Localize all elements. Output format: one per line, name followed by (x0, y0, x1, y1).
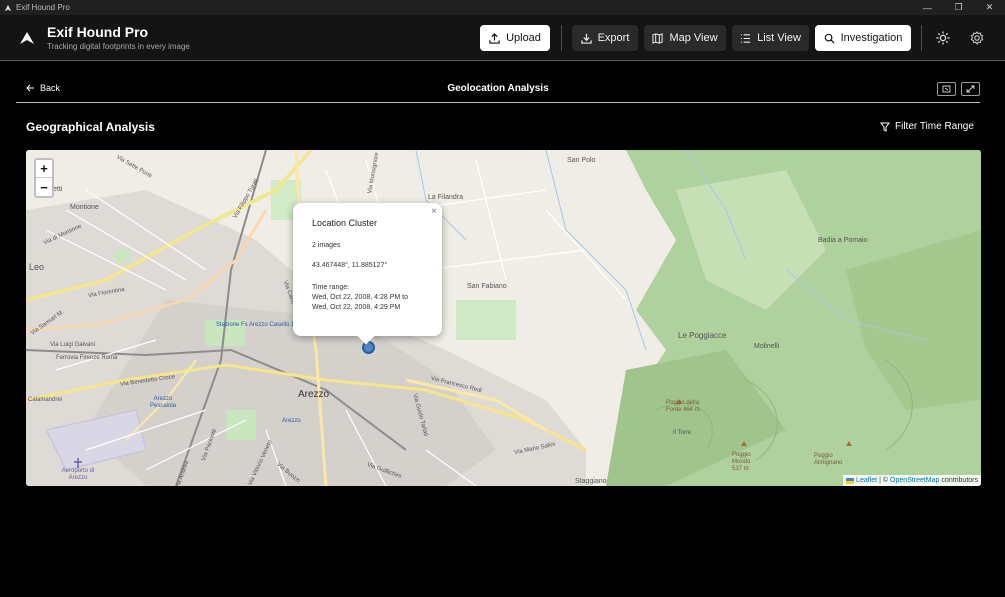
expand-panel-button[interactable] (961, 82, 980, 96)
filter-time-range-button[interactable]: Filter Time Range (880, 121, 974, 132)
close-window-icon[interactable]: ✕ (974, 0, 1005, 15)
popup-close-icon[interactable]: × (431, 206, 437, 217)
section-title: Geographical Analysis (26, 120, 155, 134)
window-titlebar: Exif Hound Pro — ❐ ✕ (0, 0, 1005, 15)
map-label-san-polo: San Polo (567, 157, 596, 164)
popup-coordinates: 43.467448°, 11.885127° (312, 262, 388, 269)
map-label-stazione: Stazione Fs Arezzo Casello 1 (216, 322, 294, 329)
map-label-arezzo: Arezzo (298, 389, 330, 400)
map-view-button[interactable]: Map View (644, 25, 726, 51)
theme-toggle[interactable] (935, 30, 951, 46)
map-label-via-luigi-galvani: Via Luigi Galvani (50, 342, 95, 348)
map-label-poggio-almignano: Poggio Almignano (814, 453, 843, 466)
leaflet-link[interactable]: Leaflet (856, 477, 877, 484)
map-icon (652, 32, 664, 44)
gear-icon (970, 31, 984, 45)
minimize-icon[interactable]: — (912, 0, 943, 15)
map-label-poggio-mondo: Poggio Mondo 537 m (732, 452, 751, 472)
map-view-label: Map View (669, 32, 718, 44)
popup-time-from: Wed, Oct 22, 2008, 4:28 PM to (312, 294, 408, 301)
map-label-montione: Montione (70, 204, 99, 211)
ukraine-flag-icon (846, 477, 855, 484)
window-title: Exif Hound Pro (16, 3, 70, 12)
popup-image-count: 2 images (312, 242, 341, 249)
list-icon (740, 33, 751, 43)
map-label-aeroporto: Aeroporto di Arezzo (61, 468, 95, 481)
map-label-calamandrei: Calamandrei (28, 397, 63, 403)
panel-title: Geolocation Analysis (447, 83, 549, 94)
upload-button[interactable]: Upload (480, 25, 550, 51)
minimize-panel-button[interactable] (937, 82, 956, 96)
expand-icon (966, 85, 975, 93)
logo-icon (20, 32, 34, 44)
map-canvas[interactable]: San Polo La Filandra Badia a Pomaio San … (26, 150, 981, 486)
popup-time-to: Wed, Oct 22, 2008, 4:29 PM (312, 304, 401, 311)
minimize-panel-icon (942, 85, 951, 93)
zoom-in-button[interactable]: + (36, 160, 52, 178)
map-label-badia: Badia a Pomaio (818, 237, 868, 244)
settings-button[interactable] (969, 30, 985, 46)
zoom-out-button[interactable]: − (36, 178, 52, 196)
map-label-poggio-fonte: Poggio della Fonte 464 m (666, 400, 700, 413)
list-view-label: List View (757, 32, 801, 44)
attribution-separator: | © (879, 477, 888, 484)
header-divider-2 (921, 25, 922, 51)
brand-subtitle: Tracking digital footprints in every ima… (47, 42, 190, 51)
list-view-button[interactable]: List View (732, 25, 809, 51)
app-header: Exif Hound Pro Tracking digital footprin… (0, 15, 1005, 61)
investigation-button[interactable]: Investigation (815, 25, 911, 51)
map-label-arezzo-station: Arezzo (282, 418, 301, 424)
zoom-control: + − (34, 158, 54, 198)
osm-link[interactable]: OpenStreetMap (890, 477, 939, 484)
map-label-leo: Leo (29, 262, 45, 272)
window-controls: — ❐ ✕ (912, 0, 1005, 15)
app-icon (4, 4, 12, 11)
popup-time-label: Time range: (312, 284, 350, 291)
map-label-la-filandra: La Filandra (428, 194, 464, 201)
header-divider (561, 25, 562, 51)
location-popup: × Location Cluster 2 images 43.467448°, … (293, 203, 442, 345)
map-label-molinelli: Molinelli (754, 343, 780, 350)
panel-header: Back Geolocation Analysis (16, 76, 980, 103)
attribution-contributors: contributors (941, 477, 978, 484)
filter-icon (880, 122, 890, 132)
download-icon (580, 33, 592, 44)
restore-icon[interactable]: ❐ (943, 0, 974, 15)
filter-label: Filter Time Range (895, 121, 974, 132)
map-label-etti: etti (53, 186, 63, 193)
map-tiles[interactable] (26, 150, 981, 486)
investigation-label: Investigation (840, 32, 903, 44)
sun-icon (936, 31, 950, 45)
map-label-il-torre: Il Torre (673, 430, 692, 436)
export-button[interactable]: Export (572, 25, 638, 51)
map-label-arezzo-pescaiola: Arezzo Pescaiola (149, 396, 176, 409)
upload-label: Upload (506, 32, 541, 44)
map-label-staggiano: Staggiano (575, 478, 607, 485)
search-icon (824, 33, 835, 44)
brand-title: Exif Hound Pro (47, 24, 149, 40)
upload-icon (489, 32, 500, 44)
export-label: Export (597, 32, 630, 44)
map-label-le-poggiacce: Le Poggiacce (678, 331, 727, 340)
popup-title: Location Cluster (312, 218, 378, 228)
map-attribution: Leaflet | © OpenStreetMap contributors (843, 475, 981, 486)
map-label-san-fabiano: San Fabiano (467, 283, 507, 290)
map-label-ferrovia: Ferrovia Firenze Roma (56, 355, 118, 361)
